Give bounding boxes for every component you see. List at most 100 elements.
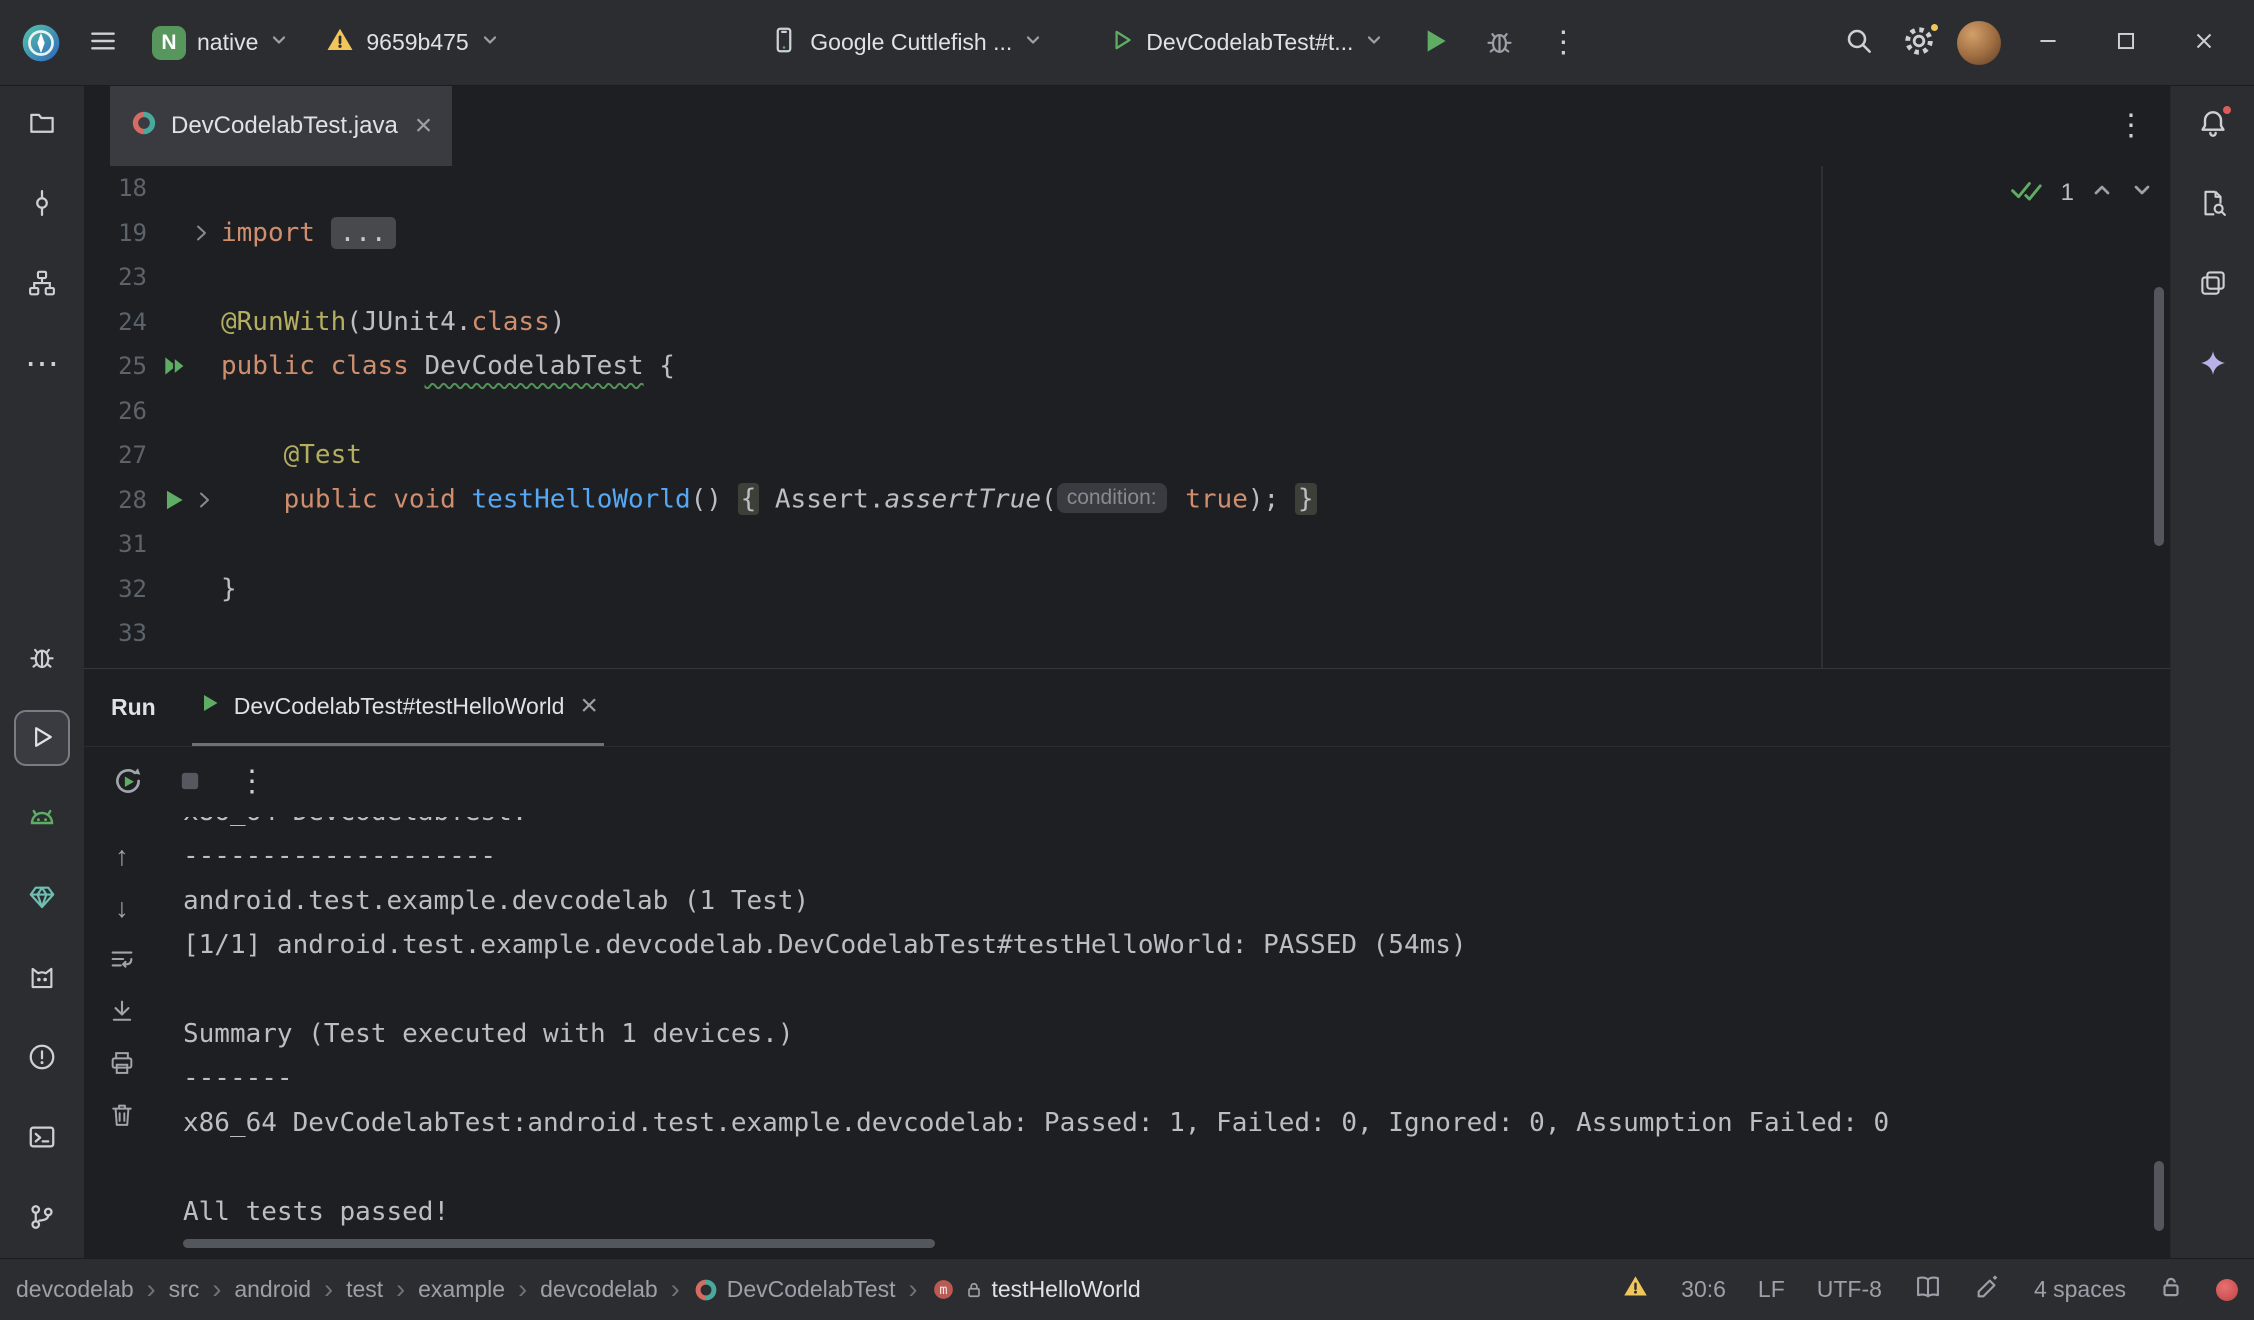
- editor-line: 28 public void testHelloWorld() { Assert…: [84, 478, 2170, 523]
- line-separator-widget[interactable]: LF: [1758, 1276, 1785, 1303]
- breadcrumb-separator-icon: ›: [671, 1276, 680, 1303]
- notifications-tool-button[interactable]: [2185, 96, 2241, 152]
- project-badge: N: [152, 26, 186, 60]
- vcs-widget[interactable]: 9659b475: [311, 16, 513, 70]
- run-test-icon[interactable]: [161, 487, 187, 513]
- close-window-button[interactable]: [2168, 16, 2240, 70]
- logcat-tool-button[interactable]: [14, 950, 70, 1006]
- terminal-tool-button[interactable]: [14, 1110, 70, 1166]
- console-line: [183, 1145, 2170, 1189]
- more-tool-windows-button[interactable]: ⋯: [14, 336, 70, 392]
- gutter-icons: [147, 353, 221, 379]
- trash-icon: [108, 1101, 136, 1132]
- code-token: Assert.: [759, 484, 884, 514]
- close-run-tab-icon[interactable]: ×: [580, 691, 598, 721]
- device-explorer-tool-button[interactable]: [2185, 176, 2241, 232]
- vcs-warning-icon: [325, 25, 355, 61]
- breadcrumb-item[interactable]: devcodelab: [16, 1276, 134, 1303]
- rerun-button[interactable]: [108, 762, 148, 802]
- lock-widget[interactable]: [2158, 1274, 2184, 1306]
- console-line: -------: [183, 1056, 2170, 1100]
- gem-icon: [27, 882, 57, 915]
- run-panel-tab[interactable]: DevCodelabTest#testHelloWorld ×: [192, 669, 604, 746]
- device-manager-tool-button[interactable]: [2185, 256, 2241, 312]
- soft-wrap-button[interactable]: [108, 946, 136, 974]
- run-more-options-button[interactable]: ⋮: [232, 762, 272, 802]
- cursor-position-widget[interactable]: 30:6: [1681, 1276, 1726, 1303]
- file-search-icon: [2198, 188, 2228, 221]
- debug-button[interactable]: [1472, 16, 1526, 70]
- problems-icon: [27, 1042, 57, 1075]
- indent-widget[interactable]: 4 spaces: [2034, 1276, 2126, 1303]
- breadcrumb-item[interactable]: devcodelab: [540, 1276, 658, 1303]
- code-text: }: [221, 574, 237, 604]
- breadcrumb-item[interactable]: src: [169, 1276, 200, 1303]
- version-control-tool-button[interactable]: [14, 1190, 70, 1246]
- structure-tool-button[interactable]: [14, 256, 70, 312]
- profile-button[interactable]: [1952, 16, 2006, 70]
- code-editor[interactable]: 1819import ...2324@RunWith(JUnit4.class)…: [84, 166, 2170, 668]
- breadcrumb-item[interactable]: android: [234, 1276, 311, 1303]
- more-vertical-icon: ⋮: [1548, 28, 1578, 58]
- project-selector[interactable]: N native: [138, 17, 303, 69]
- console-line: android.test.example.devcodelab (1 Test): [183, 879, 2170, 923]
- prev-highlight-icon[interactable]: [2090, 178, 2114, 209]
- run-configuration-selector[interactable]: DevCodelabTest#t...: [1095, 18, 1398, 68]
- minimize-button[interactable]: [2012, 16, 2084, 70]
- run-button[interactable]: [1408, 16, 1462, 70]
- settings-update-dot: [1929, 22, 1940, 33]
- code-token: class: [471, 307, 549, 337]
- maximize-button[interactable]: [2090, 16, 2162, 70]
- next-highlight-icon[interactable]: [2130, 178, 2154, 209]
- device-selector[interactable]: Google Cuttlefish ...: [755, 16, 1057, 70]
- code-token: public void: [284, 484, 472, 514]
- debug-tool-button[interactable]: [14, 630, 70, 686]
- print-button[interactable]: [108, 1050, 136, 1078]
- editor-line: 24@RunWith(JUnit4.class): [84, 300, 2170, 345]
- device-phone-icon: [769, 25, 799, 61]
- console-output[interactable]: x86_64 DevCodelabTest:------------------…: [160, 817, 2170, 1258]
- app-quality-insights-tool-button[interactable]: [14, 870, 70, 926]
- breadcrumb-item[interactable]: DevCodelabTest: [693, 1276, 896, 1303]
- close-tab-icon[interactable]: ×: [415, 111, 433, 141]
- gemini-star-icon: [2198, 348, 2228, 381]
- main-menu-button[interactable]: [76, 16, 130, 70]
- reader-mode-button[interactable]: [1914, 1273, 1942, 1307]
- gemini-tool-button[interactable]: [2185, 336, 2241, 392]
- analyzer-status-button[interactable]: [1622, 1273, 1649, 1306]
- breadcrumb-item[interactable]: example: [418, 1276, 505, 1303]
- code-token: }: [1295, 483, 1317, 515]
- editor-tab-active[interactable]: DevCodelabTest.java ×: [110, 86, 452, 166]
- down-stack-trace-button[interactable]: ↓: [115, 894, 129, 922]
- console-horizontal-scrollbar[interactable]: [183, 1239, 935, 1248]
- commit-tool-button[interactable]: [14, 176, 70, 232]
- console-vertical-scrollbar[interactable]: [2154, 1161, 2164, 1231]
- run-tool-button[interactable]: [14, 710, 70, 766]
- search-everywhere-button[interactable]: [1832, 16, 1886, 70]
- more-actions-button[interactable]: ⋮: [1536, 16, 1590, 70]
- breadcrumb-separator-icon: ›: [396, 1276, 405, 1303]
- editor-scrollbar[interactable]: [2154, 287, 2164, 546]
- error-notification-badge[interactable]: [2216, 1279, 2238, 1301]
- main-body: ⋯: [0, 86, 2254, 1258]
- project-tool-button[interactable]: [14, 96, 70, 152]
- running-devices-tool-button[interactable]: [14, 790, 70, 846]
- ai-code-completion-button[interactable]: [1974, 1273, 2002, 1307]
- tab-options-icon[interactable]: ⋮: [2116, 111, 2146, 141]
- breadcrumb-item[interactable]: test: [346, 1276, 383, 1303]
- clear-console-button[interactable]: [108, 1102, 136, 1130]
- run-test-icon[interactable]: [161, 353, 189, 379]
- settings-button[interactable]: [1892, 16, 1946, 70]
- fold-arrow-icon[interactable]: [192, 488, 216, 512]
- problems-tool-button[interactable]: [14, 1030, 70, 1086]
- up-stack-trace-button[interactable]: ↑: [115, 842, 129, 870]
- stop-button[interactable]: [170, 762, 210, 802]
- encoding-widget[interactable]: UTF-8: [1817, 1276, 1882, 1303]
- arrow-down-icon: ↓: [115, 895, 129, 922]
- tests-passed-check-icon[interactable]: [2009, 176, 2045, 210]
- code-token: {: [644, 351, 675, 381]
- scroll-to-end-button[interactable]: [108, 998, 136, 1026]
- breadcrumb-label: devcodelab: [540, 1276, 658, 1303]
- fold-arrow-icon[interactable]: [189, 221, 213, 245]
- breadcrumb-item[interactable]: mtestHelloWorld: [931, 1276, 1141, 1303]
